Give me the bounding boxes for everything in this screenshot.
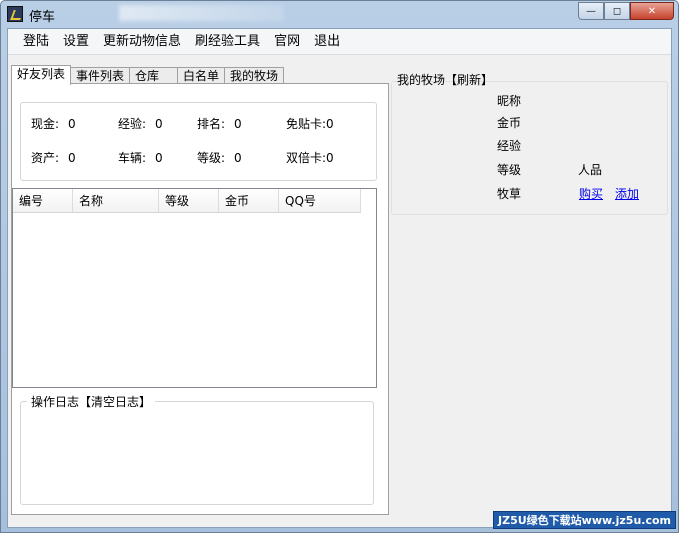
menu-update-animals[interactable]: 更新动物信息 xyxy=(96,29,188,55)
tab-warehouse[interactable]: 仓库 xyxy=(129,67,179,84)
col-qq[interactable]: QQ号 xyxy=(279,189,361,213)
stat-cash-value: 0 xyxy=(68,117,76,131)
client-area: 登陆 设置 更新动物信息 刷经验工具 官网 退出 好友列表 事件列表 仓库 白名… xyxy=(7,28,672,528)
title-blur-overlay xyxy=(119,5,284,21)
my-ranch-title[interactable]: 我的牧场【刷新】 xyxy=(397,71,493,88)
friends-tab-panel: 现金: 0 经验: 0 排名: 0 免贴卡:0 资产: 0 车辆: 0 等级: 0 双倍卡:… xyxy=(11,83,389,515)
ranch-level-label: 等级 xyxy=(497,163,522,177)
stat-cash-label: 现金: xyxy=(31,117,60,131)
title-bar[interactable]: 停车 — ◻ ✕ xyxy=(1,1,678,27)
friends-grid[interactable]: 编号 名称 等级 金币 QQ号 xyxy=(12,188,377,388)
col-id[interactable]: 编号 xyxy=(13,189,73,213)
stat-vehicles-label: 车辆: xyxy=(118,151,147,165)
stat-assets-label: 资产: xyxy=(31,151,60,165)
stat-level: 等级: 0 xyxy=(197,149,242,166)
menu-bar: 登陆 设置 更新动物信息 刷经验工具 官网 退出 xyxy=(8,29,671,55)
ranch-exp-label: 经验 xyxy=(497,139,522,153)
stat-level-value: 0 xyxy=(234,151,242,165)
ranch-nickname-label: 昵称 xyxy=(497,94,522,108)
log-legend[interactable]: 操作日志【清空日志】 xyxy=(27,393,156,410)
stat-free-card-value: 0 xyxy=(326,117,334,131)
window-title: 停车 xyxy=(29,10,56,25)
stat-double-card-label: 双倍卡: xyxy=(286,151,327,165)
stat-free-card-label: 免贴卡: xyxy=(286,117,327,131)
tab-friends[interactable]: 好友列表 xyxy=(11,65,72,85)
stat-assets: 资产: 0 xyxy=(31,149,76,166)
menu-exit[interactable]: 退出 xyxy=(307,29,347,55)
tab-my-ranch[interactable]: 我的牧场 xyxy=(224,67,285,84)
menu-login[interactable]: 登陆 xyxy=(16,29,56,55)
close-icon[interactable]: ✕ xyxy=(630,2,674,20)
stat-level-label: 等级: xyxy=(197,151,226,165)
ranch-grass-label: 牧草 xyxy=(497,187,522,201)
tab-strip: 好友列表 事件列表 仓库 白名单 我的牧场 xyxy=(11,65,285,85)
minimize-icon[interactable]: — xyxy=(578,2,604,20)
app-icon xyxy=(7,6,23,22)
stat-vehicles-value: 0 xyxy=(155,151,163,165)
menu-exp-tool[interactable]: 刷经验工具 xyxy=(188,29,267,55)
window-controls: — ◻ ✕ xyxy=(578,2,674,20)
col-name[interactable]: 名称 xyxy=(73,189,159,213)
app-window: 停车 — ◻ ✕ 登陆 设置 更新动物信息 刷经验工具 官网 退出 好友列表 事… xyxy=(0,0,679,533)
ranch-add-link[interactable]: 添加 xyxy=(615,185,639,202)
tab-whitelist[interactable]: 白名单 xyxy=(177,67,226,84)
stat-rank-label: 排名: xyxy=(197,117,226,131)
maximize-icon[interactable]: ◻ xyxy=(604,2,630,20)
grid-header: 编号 名称 等级 金币 QQ号 xyxy=(13,189,361,213)
stat-vehicles: 车辆: 0 xyxy=(118,149,163,166)
menu-settings[interactable]: 设置 xyxy=(56,29,96,55)
stat-rank-value: 0 xyxy=(234,117,242,131)
ranch-buy-link[interactable]: 购买 xyxy=(579,185,603,202)
col-gold[interactable]: 金币 xyxy=(219,189,279,213)
stat-rank: 排名: 0 xyxy=(197,115,242,132)
stat-assets-value: 0 xyxy=(68,151,76,165)
tab-events[interactable]: 事件列表 xyxy=(70,67,131,84)
stat-exp-value: 0 xyxy=(155,117,163,131)
stat-cash: 现金: 0 xyxy=(31,115,76,132)
col-level[interactable]: 等级 xyxy=(159,189,219,213)
stat-double-card-value: 0 xyxy=(326,151,334,165)
stat-exp-label: 经验: xyxy=(118,117,147,131)
ranch-gold-label: 金币 xyxy=(497,116,522,130)
operation-log-box[interactable]: 操作日志【清空日志】 xyxy=(20,393,374,505)
ranch-karma-label: 人品 xyxy=(578,163,603,177)
stat-exp: 经验: 0 xyxy=(118,115,163,132)
stats-box: 现金: 0 经验: 0 排名: 0 免贴卡:0 资产: 0 车辆: 0 等级: 0 双倍卡:… xyxy=(20,102,377,181)
stat-double-card: 双倍卡:0 xyxy=(286,149,334,166)
stat-free-card: 免贴卡:0 xyxy=(286,115,334,132)
site-watermark: JZ5U绿色下载站www.jz5u.com xyxy=(493,511,676,529)
menu-website[interactable]: 官网 xyxy=(267,29,307,55)
my-ranch-box: 昵称 金币 经验 等级 人品 牧草 购买 添加 xyxy=(391,81,668,215)
